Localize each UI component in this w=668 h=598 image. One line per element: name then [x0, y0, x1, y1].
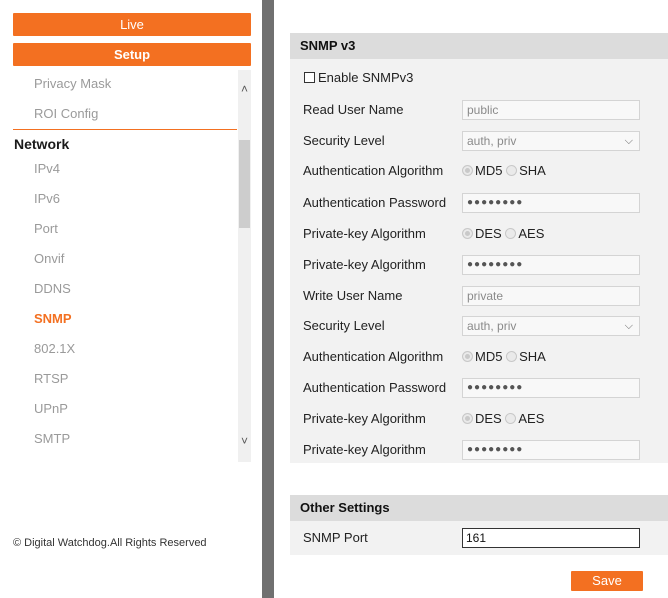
- menu-item-ddns[interactable]: DDNS: [34, 279, 71, 299]
- radio-sha-label: SHA: [519, 349, 546, 364]
- menu-item-onvif[interactable]: Onvif: [34, 249, 64, 269]
- chevron-up-icon[interactable]: ˄: [238, 82, 251, 96]
- read-priv-algorithm-label: Private-key Algorithm: [303, 226, 426, 241]
- menu-item-smtp[interactable]: SMTP: [34, 429, 70, 449]
- write-priv-password-label: Private-key Algorithm: [303, 442, 426, 457]
- chevron-down-icon[interactable]: ˅: [238, 434, 251, 448]
- menu-section-network[interactable]: Network: [14, 134, 69, 154]
- menu-item-rtsp[interactable]: RTSP: [34, 369, 68, 389]
- radio-des[interactable]: [462, 228, 473, 239]
- pane-divider[interactable]: [262, 0, 274, 598]
- checkbox-box[interactable]: [304, 72, 315, 83]
- menu-item-upnp[interactable]: UPnP: [34, 399, 68, 419]
- read-auth-algorithm-radios: MD5 SHA: [462, 160, 546, 182]
- chevron-down-icon: ⌵: [624, 135, 633, 147]
- radio-des-label: DES: [475, 226, 502, 241]
- radio-aes-label: AES: [518, 226, 545, 241]
- read-auth-password-input[interactable]: ●●●●●●●●: [462, 193, 640, 213]
- write-security-level-value: auth, priv: [467, 319, 517, 333]
- chevron-down-icon: ⌵: [624, 320, 633, 332]
- radio-des-label: DES: [475, 411, 502, 426]
- read-security-level-label: Security Level: [303, 133, 385, 148]
- read-priv-password-label: Private-key Algorithm: [303, 257, 426, 272]
- setup-button[interactable]: Setup: [13, 43, 251, 66]
- write-priv-algorithm-label: Private-key Algorithm: [303, 411, 426, 426]
- read-security-level-value: auth, priv: [467, 134, 517, 148]
- copyright-text: © Digital Watchdog.All Rights Reserved: [13, 537, 207, 549]
- radio-aes[interactable]: [505, 228, 517, 239]
- other-settings-panel: Other Settings SNMP Port 161: [290, 495, 668, 555]
- write-security-level-select[interactable]: auth, priv ⌵: [462, 316, 640, 336]
- menu-item-snmp[interactable]: SNMP: [34, 309, 72, 329]
- write-priv-algorithm-radios: DES AES: [462, 408, 544, 430]
- read-user-name-input[interactable]: public: [462, 100, 640, 120]
- read-auth-password-label: Authentication Password: [303, 195, 447, 210]
- panel-title: Other Settings: [290, 495, 668, 521]
- enable-snmpv3-label: Enable SNMPv3: [318, 70, 414, 85]
- read-priv-algorithm-radios: DES AES: [462, 223, 544, 245]
- read-user-name-label: Read User Name: [303, 102, 404, 117]
- write-user-name-label: Write User Name: [303, 288, 403, 303]
- enable-snmpv3-checkbox[interactable]: Enable SNMPv3: [304, 67, 413, 89]
- write-priv-password-input[interactable]: ●●●●●●●●: [462, 440, 640, 460]
- radio-md5-label: MD5: [475, 163, 503, 178]
- radio-md5-label: MD5: [475, 349, 503, 364]
- menu-item-ipv4[interactable]: IPv4: [34, 159, 60, 179]
- left-navigation-pane: Live Setup Privacy Mask ROI Config Netwo…: [0, 0, 262, 598]
- snmp-port-input[interactable]: 161: [462, 528, 640, 548]
- write-auth-password-label: Authentication Password: [303, 380, 447, 395]
- menu-item-ipv6[interactable]: IPv6: [34, 189, 60, 209]
- scrollbar-thumb[interactable]: [239, 140, 250, 228]
- radio-md5[interactable]: [462, 165, 473, 176]
- radio-sha[interactable]: [506, 165, 518, 176]
- radio-md5[interactable]: [462, 351, 473, 362]
- menu-scrollbar[interactable]: ˄ ˅: [238, 70, 251, 462]
- write-security-level-label: Security Level: [303, 318, 385, 333]
- live-button[interactable]: Live: [13, 13, 251, 36]
- radio-des[interactable]: [462, 413, 473, 424]
- write-auth-algorithm-label: Authentication Algorithm: [303, 349, 444, 364]
- read-auth-algorithm-label: Authentication Algorithm: [303, 163, 444, 178]
- snmp-port-label: SNMP Port: [303, 530, 368, 545]
- menu-item-port[interactable]: Port: [34, 219, 58, 239]
- snmpv3-panel: SNMP v3 Enable SNMPv3 Read User Name pub…: [290, 33, 668, 463]
- radio-sha[interactable]: [506, 351, 518, 362]
- section-divider: [13, 129, 237, 130]
- write-auth-algorithm-radios: MD5 SHA: [462, 346, 546, 368]
- radio-aes-label: AES: [518, 411, 545, 426]
- save-button[interactable]: Save: [571, 571, 643, 591]
- content-pane: SNMP v3 Enable SNMPv3 Read User Name pub…: [274, 0, 668, 598]
- read-priv-password-input[interactable]: ●●●●●●●●: [462, 255, 640, 275]
- menu-item-roi-config[interactable]: ROI Config: [34, 104, 98, 124]
- write-auth-password-input[interactable]: ●●●●●●●●: [462, 378, 640, 398]
- write-user-name-input[interactable]: private: [462, 286, 640, 306]
- settings-menu: Privacy Mask ROI Config Network IPv4 IPv…: [13, 70, 251, 462]
- menu-item-8021x[interactable]: 802.1X: [34, 339, 75, 359]
- radio-sha-label: SHA: [519, 163, 546, 178]
- radio-aes[interactable]: [505, 413, 517, 424]
- menu-item-privacy-mask[interactable]: Privacy Mask: [34, 74, 111, 94]
- read-security-level-select[interactable]: auth, priv ⌵: [462, 131, 640, 151]
- panel-title: SNMP v3: [290, 33, 668, 59]
